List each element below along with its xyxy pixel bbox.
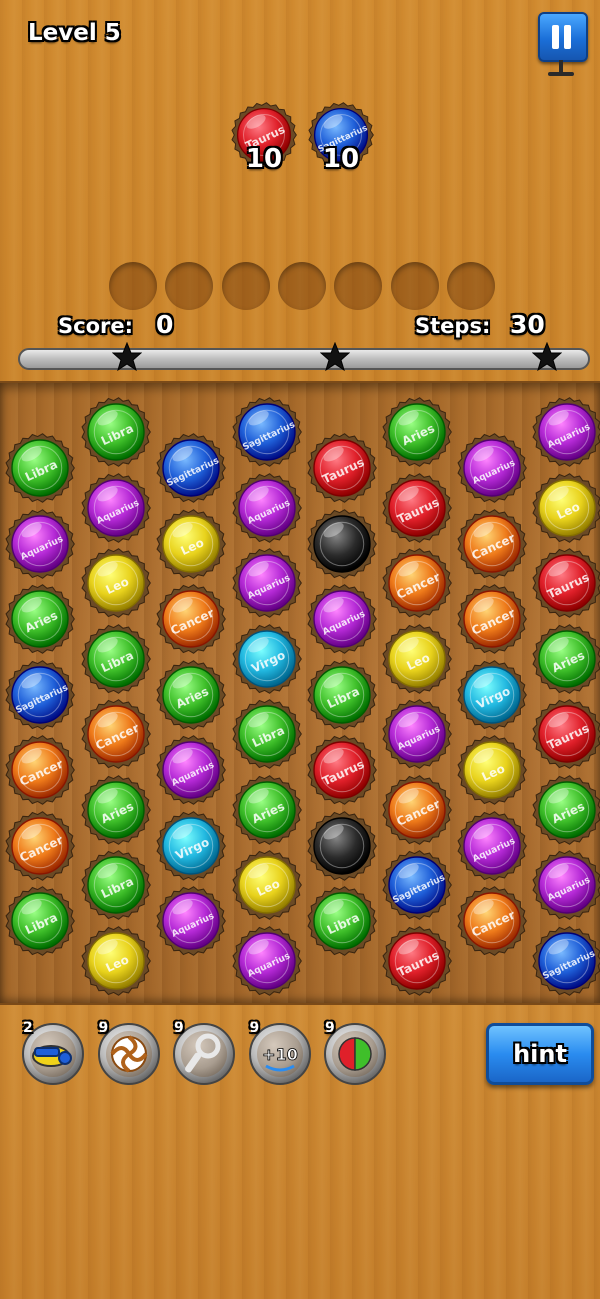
bottle-cap-leo[interactable]: Leo [457, 735, 527, 805]
bottle-cap-aquarius[interactable]: Aquarius [382, 699, 452, 769]
bottle-cap-virgo[interactable]: Virgo [232, 623, 302, 694]
bottle-cap-leo[interactable]: Leo [532, 472, 600, 543]
booster-count: 9 [174, 1020, 184, 1036]
bottle-cap-libra[interactable]: Libra [81, 623, 151, 694]
stand-icon [548, 60, 574, 76]
bottle-cap-aquarius[interactable]: Aquarius [457, 433, 527, 503]
bottle-cap-libra[interactable]: Libra [232, 699, 302, 769]
bottle-cap-aquarius[interactable]: Aquarius [232, 548, 302, 618]
collection-slot [165, 262, 214, 310]
bottle-cap-sagittarius[interactable]: Sagittarius [382, 850, 452, 920]
bottle-cap-sagittarius[interactable]: Sagittarius [5, 659, 75, 730]
collection-slot [334, 262, 383, 310]
bottle-cap-cancer[interactable]: Cancer [5, 810, 75, 881]
bottle-cap-blank[interactable] [307, 810, 377, 881]
score-value: 0 [156, 310, 174, 339]
bottle-cap-aquarius[interactable]: Aquarius [156, 886, 226, 956]
svg-text:+10: +10 [262, 1045, 298, 1064]
bottle-cap-leo[interactable]: Leo [156, 508, 226, 579]
bottle-cap-taurus[interactable]: Taurus [532, 699, 600, 769]
booster-count: 2 [23, 1020, 33, 1036]
bottle-cap-aquarius[interactable]: Aquarius [156, 735, 226, 805]
steps-value: 30 [510, 310, 545, 339]
bottle-cap-libra[interactable]: Libra [81, 850, 151, 920]
star-icon [532, 342, 562, 372]
bottle-cap-taurus[interactable]: Taurus [382, 472, 452, 543]
level-label: Level 5 [28, 20, 121, 46]
bottle-cap-aquarius[interactable]: Aquarius [532, 397, 600, 467]
bottle-cap-libra[interactable]: Libra [81, 397, 151, 467]
steps-label: Steps: [415, 314, 491, 338]
booster-count: 9 [98, 1020, 109, 1036]
bottle-cap-leo[interactable]: Leo [382, 623, 452, 694]
bottle-cap-aries[interactable]: Aries [81, 774, 151, 845]
bottle-cap-virgo[interactable]: Virgo [457, 659, 527, 730]
bottle-cap-aries[interactable]: Aries [5, 584, 75, 654]
bottle-cap-cancer[interactable]: Cancer [382, 774, 452, 845]
game-board: Libra Aquarius Aries Sagittarius Cancer … [0, 381, 600, 1005]
collection-slot [390, 262, 439, 310]
bottle-cap-taurus[interactable]: Taurus [532, 548, 600, 618]
bottle-cap-cancer[interactable]: Cancer [457, 886, 527, 956]
bottle-cap-leo[interactable]: Leo [81, 925, 151, 996]
bottle-cap-taurus[interactable]: Taurus [307, 735, 377, 805]
bottle-cap-sagittarius[interactable]: Sagittarius [156, 433, 226, 503]
score-progress-bar [18, 348, 590, 370]
target-count: 10 [245, 144, 283, 174]
bottle-cap-cancer[interactable]: Cancer [457, 584, 527, 654]
bottle-cap-aquarius[interactable]: Aquarius [232, 472, 302, 543]
bottle-cap-sagittarius[interactable]: Sagittarius [232, 397, 302, 467]
bottle-cap-virgo[interactable]: Virgo [156, 810, 226, 881]
bottle-cap-aquarius[interactable]: Aquarius [5, 508, 75, 579]
bottle-cap-libra[interactable]: Libra [307, 659, 377, 730]
bottle-cap-aquarius[interactable]: Aquarius [532, 850, 600, 920]
collection-slot [109, 262, 157, 310]
collection-slot [221, 262, 270, 310]
bottle-cap-aries[interactable]: Aries [382, 397, 452, 467]
hint-label: hint [513, 1040, 567, 1068]
star-icon [320, 342, 350, 372]
bottle-cap-libra[interactable]: Libra [5, 886, 75, 956]
pause-button[interactable] [538, 12, 588, 62]
pause-icon [564, 25, 571, 49]
bottle-cap-cancer[interactable]: Cancer [81, 699, 151, 769]
bottle-cap-cancer[interactable]: Cancer [156, 584, 226, 654]
bottle-cap-taurus[interactable]: Taurus [382, 925, 452, 996]
pause-icon [552, 25, 559, 49]
bottle-cap-cancer[interactable]: Cancer [382, 548, 452, 618]
bottle-cap-aquarius[interactable]: Aquarius [232, 925, 302, 996]
bottle-cap-aries[interactable]: Aries [532, 774, 600, 845]
bottle-cap-aquarius[interactable]: Aquarius [81, 472, 151, 543]
bottle-cap-sagittarius[interactable]: Sagittarius [532, 925, 600, 996]
bottle-cap-leo[interactable]: Leo [232, 850, 302, 920]
booster-count: 9 [249, 1020, 260, 1036]
bottle-cap-cancer[interactable]: Cancer [457, 508, 527, 579]
bottle-cap-libra[interactable]: Libra [307, 886, 377, 956]
target-count: 10 [322, 144, 360, 174]
booster-count: 9 [325, 1020, 335, 1036]
bottle-cap-blank[interactable] [307, 508, 377, 579]
bottle-cap-leo[interactable]: Leo [81, 548, 151, 618]
bottle-cap-taurus[interactable]: Taurus [307, 433, 377, 503]
bottle-cap-aries[interactable]: Aries [532, 623, 600, 694]
bottle-cap-aries[interactable]: Aries [156, 659, 226, 730]
bottle-cap-libra[interactable]: Libra [5, 433, 75, 503]
collection-slot [277, 262, 326, 310]
hint-button[interactable]: hint [486, 1023, 594, 1085]
bottle-cap-aquarius[interactable]: Aquarius [307, 584, 377, 654]
bottle-cap-aries[interactable]: Aries [232, 774, 302, 845]
collection-slot [446, 262, 495, 310]
star-icon [112, 342, 142, 372]
score-label: Score: [58, 314, 133, 338]
bottle-cap-cancer[interactable]: Cancer [5, 735, 75, 805]
bottle-cap-aquarius[interactable]: Aquarius [457, 810, 527, 881]
